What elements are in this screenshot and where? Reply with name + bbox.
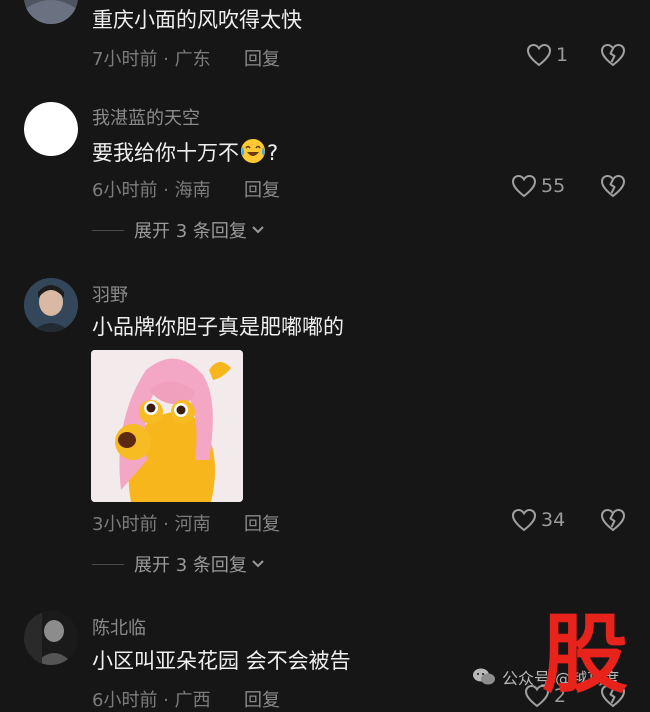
sticker-image <box>91 350 243 502</box>
heart-icon <box>526 43 552 67</box>
comment-text-suffix: ? <box>267 141 279 165</box>
chevron-down-icon <box>252 226 264 234</box>
dislike-button[interactable] <box>600 508 626 536</box>
comment-text: 小品牌你胆子真是肥嘟嘟的 <box>92 315 344 339</box>
like-count: 55 <box>541 175 566 197</box>
avatar[interactable] <box>24 0 78 24</box>
dislike-button[interactable] <box>600 174 626 202</box>
stamp-text: 股 <box>542 605 628 696</box>
reply-button[interactable]: 回复 <box>244 176 280 202</box>
reply-button[interactable]: 回复 <box>244 510 280 536</box>
like-count: 1 <box>556 44 569 66</box>
expand-replies-label: 展开 3 条回复 <box>134 555 247 576</box>
comment-text: 重庆小面的风吹得太快 <box>92 8 302 32</box>
avatar[interactable] <box>24 278 78 332</box>
username[interactable]: 陈北临 <box>92 614 146 640</box>
dislike-button[interactable] <box>600 43 626 71</box>
username[interactable]: 羽野 <box>92 281 128 307</box>
expand-replies-button[interactable]: 展开 3 条回复 <box>92 551 265 577</box>
broken-heart-icon <box>600 508 626 532</box>
comment-time-location: 6小时前 · 广西 <box>92 690 211 711</box>
divider-line <box>92 563 124 565</box>
comment-text: 要我给你十万不 ? <box>92 138 278 170</box>
comment-time-location: 3小时前 · 河南 <box>92 514 211 535</box>
comment-text-prefix: 要我给你十万不 <box>92 141 239 165</box>
wechat-icon <box>473 668 495 685</box>
like-button[interactable]: 1 <box>526 43 568 67</box>
expand-replies-label: 展开 3 条回复 <box>134 221 247 242</box>
like-button[interactable]: 34 <box>511 508 565 532</box>
divider-line <box>92 229 124 231</box>
heart-icon <box>511 174 537 198</box>
like-button[interactable]: 55 <box>511 174 565 198</box>
comment-text: 小区叫亚朵花园 会不会被告 <box>92 649 351 673</box>
comment-time-location: 7小时前 · 广东 <box>92 49 211 70</box>
heart-icon <box>511 508 537 532</box>
reply-button[interactable]: 回复 <box>244 45 280 71</box>
chevron-down-icon <box>252 560 264 568</box>
reply-button[interactable]: 回复 <box>244 686 280 712</box>
username[interactable]: 我湛蓝的天空 <box>92 104 200 130</box>
avatar[interactable] <box>24 102 78 156</box>
like-count: 34 <box>541 509 566 531</box>
broken-heart-icon <box>600 43 626 67</box>
expand-replies-button[interactable]: 展开 3 条回复 <box>92 217 265 243</box>
avatar[interactable] <box>24 611 78 665</box>
comment-time-location: 6小时前 · 海南 <box>92 180 211 201</box>
stamp-logo: 股 <box>538 604 632 705</box>
broken-heart-icon <box>600 174 626 198</box>
laughing-crying-emoji-icon <box>240 138 266 170</box>
